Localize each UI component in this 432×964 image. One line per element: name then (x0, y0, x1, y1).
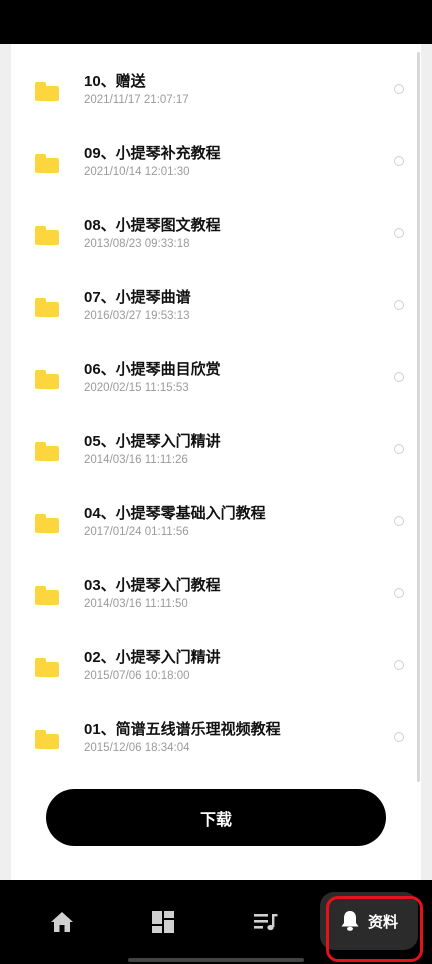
file-date: 2014/03/16 11:11:26 (84, 454, 188, 466)
file-row[interactable]: 08、小提琴图文教程 2013/08/23 09:33:18 (11, 188, 411, 260)
file-date: 2015/07/06 10:18:00 (84, 670, 190, 682)
folder-icon (35, 82, 59, 101)
file-title: 01、简谱五线谱乐理视频教程 (84, 721, 281, 738)
select-radio[interactable] (394, 300, 404, 310)
folder-icon (35, 658, 59, 677)
file-date: 2015/12/06 18:34:04 (84, 742, 190, 754)
file-row[interactable]: 03、小提琴入门教程 2014/03/16 11:11:50 (11, 548, 411, 620)
select-radio[interactable] (394, 228, 404, 238)
select-radio[interactable] (394, 516, 404, 526)
status-bar (0, 0, 432, 44)
file-row[interactable]: 06、小提琴曲目欣赏 2020/02/15 11:15:53 (11, 332, 411, 404)
folder-icon (35, 226, 59, 245)
file-title: 09、小提琴补充教程 (84, 145, 221, 162)
scrollbar[interactable] (417, 52, 420, 782)
folder-icon (35, 370, 59, 389)
select-radio[interactable] (394, 372, 404, 382)
select-radio[interactable] (394, 84, 404, 94)
file-row[interactable]: 07、小提琴曲谱 2016/03/27 19:53:13 (11, 260, 411, 332)
file-title: 04、小提琴零基础入门教程 (84, 505, 266, 522)
file-sheet: 10、赠送 2021/11/17 21:07:17 09、小提琴补充教程 202… (11, 44, 421, 880)
download-button[interactable]: 下载 (46, 789, 386, 846)
tab-dashboard[interactable] (141, 880, 185, 964)
file-title: 02、小提琴入门精讲 (84, 649, 221, 666)
bottom-tab-bar: 资料 (0, 880, 432, 964)
playlist-icon (254, 914, 278, 931)
file-title: 06、小提琴曲目欣赏 (84, 361, 221, 378)
file-date: 2021/10/14 12:01:30 (84, 166, 190, 178)
file-title: 10、赠送 (84, 73, 146, 90)
home-indicator (128, 958, 304, 962)
home-icon (51, 912, 73, 932)
folder-icon (35, 442, 59, 461)
file-row[interactable]: 04、小提琴零基础入门教程 2017/01/24 01:11:56 (11, 476, 411, 548)
file-date: 2014/03/16 11:11:50 (84, 598, 188, 610)
folder-icon (35, 730, 59, 749)
dashboard-icon (152, 911, 174, 933)
file-row[interactable]: 09、小提琴补充教程 2021/10/14 12:01:30 (11, 116, 411, 188)
select-radio[interactable] (394, 588, 404, 598)
folder-icon (35, 514, 59, 533)
file-row[interactable]: 01、简谱五线谱乐理视频教程 2015/12/06 18:34:04 (11, 692, 411, 764)
tab-playlist[interactable] (244, 880, 288, 964)
highlight-box (326, 896, 423, 962)
file-row[interactable]: 05、小提琴入门精讲 2014/03/16 11:11:26 (11, 404, 411, 476)
folder-icon (35, 298, 59, 317)
file-title: 07、小提琴曲谱 (84, 289, 191, 306)
select-radio[interactable] (394, 732, 404, 742)
file-date: 2017/01/24 01:11:56 (84, 526, 189, 538)
file-date: 2013/08/23 09:33:18 (84, 238, 190, 250)
file-title: 03、小提琴入门教程 (84, 577, 221, 594)
file-date: 2021/11/17 21:07:17 (84, 94, 189, 106)
select-radio[interactable] (394, 660, 404, 670)
file-date: 2020/02/15 11:15:53 (84, 382, 189, 394)
select-radio[interactable] (394, 444, 404, 454)
folder-icon (35, 586, 59, 605)
tab-home[interactable] (40, 880, 84, 964)
file-date: 2016/03/27 19:53:13 (84, 310, 190, 322)
select-radio[interactable] (394, 156, 404, 166)
file-title: 05、小提琴入门精讲 (84, 433, 221, 450)
file-row[interactable]: 10、赠送 2021/11/17 21:07:17 (11, 44, 411, 116)
file-title: 08、小提琴图文教程 (84, 217, 221, 234)
file-row[interactable]: 02、小提琴入门精讲 2015/07/06 10:18:00 (11, 620, 411, 692)
folder-icon (35, 154, 59, 173)
